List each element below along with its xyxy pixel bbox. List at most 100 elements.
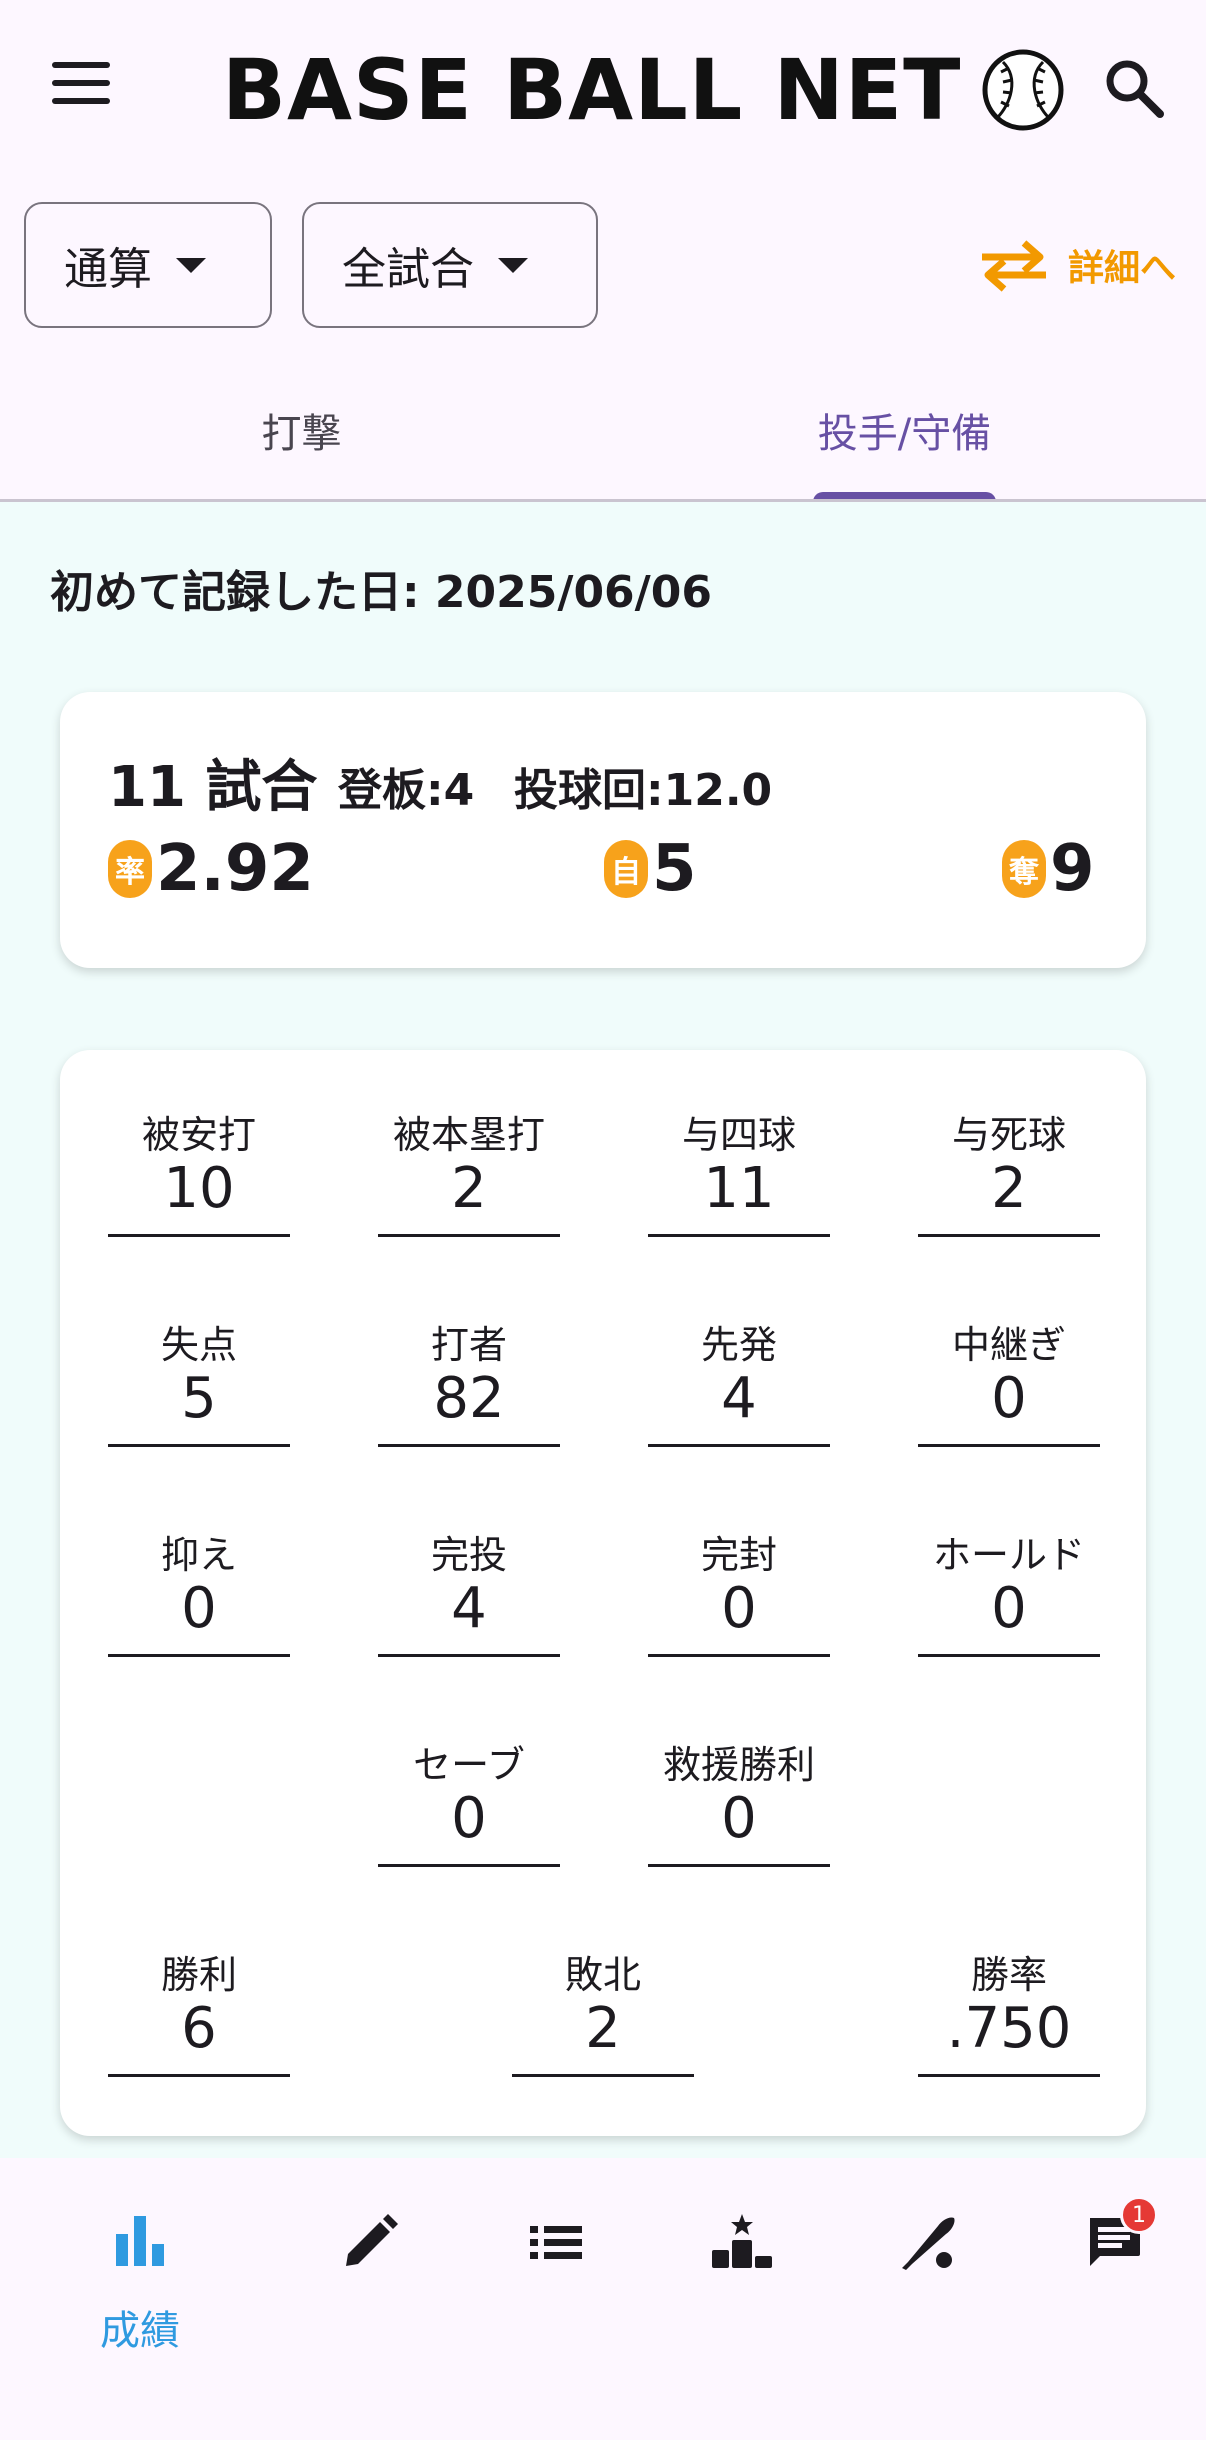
stats-grid-card: 被安打 10 被本塁打 2 与四球 11 与死球 2 失点 5 打者 82 先発… bbox=[60, 1050, 1146, 2136]
stat-underline bbox=[378, 1864, 560, 1867]
stat-label: 先発 bbox=[700, 1323, 777, 1367]
earned-runs-badge-icon: 自 bbox=[604, 840, 648, 898]
stat-value: 10 bbox=[163, 1156, 235, 1221]
ranking-podium-icon bbox=[712, 2214, 772, 2268]
stat-label: 敗北 bbox=[564, 1953, 641, 1997]
earned-runs-stat: 自 5 bbox=[604, 832, 697, 906]
stat-hit-by-pitch: 与死球 2 bbox=[918, 1100, 1100, 1250]
nav-edit[interactable] bbox=[310, 2198, 430, 2358]
stat-underline bbox=[648, 1234, 830, 1237]
brand-logo: BASE BALL NET bbox=[222, 40, 1065, 140]
era-stat: 率 2.92 bbox=[108, 832, 314, 906]
stat-underline bbox=[918, 1654, 1100, 1657]
stat-value: 5 bbox=[181, 1366, 217, 1431]
tab-batting[interactable]: 打撃 bbox=[0, 360, 603, 500]
stat-label: 与四球 bbox=[681, 1113, 796, 1157]
stat-label: 完投 bbox=[430, 1533, 507, 1577]
bottom-navigation: 成績 bbox=[0, 2158, 1206, 2440]
stats-content: 初めて記録した日: 2025/06/06 11 試合 登板:4 投球回:12.0… bbox=[0, 502, 1206, 2158]
stat-wins: 勝利 6 bbox=[108, 1940, 290, 2090]
first-record-date: 初めて記録した日: 2025/06/06 bbox=[50, 567, 712, 618]
stat-underline bbox=[918, 2074, 1100, 2077]
list-icon bbox=[530, 2226, 582, 2259]
strikeouts-stat: 奪 9 bbox=[1002, 832, 1095, 906]
brand-title: BASE BALL NET bbox=[222, 41, 962, 139]
stat-value: 2 bbox=[991, 1156, 1027, 1221]
detail-link-label: 詳細へ bbox=[1068, 248, 1177, 289]
games-dropdown-value: 全試合 bbox=[342, 244, 474, 295]
stat-underline bbox=[108, 1444, 290, 1447]
stat-value: 0 bbox=[991, 1366, 1027, 1431]
stat-value: 2 bbox=[451, 1156, 487, 1221]
stat-value: 0 bbox=[721, 1786, 757, 1851]
app-root: BASE BALL NET 通算 全試合 詳細へ 打撃 投手/守備 初めて記録し… bbox=[0, 0, 1206, 2440]
stat-batters-faced: 打者 82 bbox=[378, 1310, 560, 1460]
nav-list[interactable] bbox=[496, 2198, 616, 2358]
caret-down-icon bbox=[498, 257, 528, 273]
era-value: 2.92 bbox=[156, 832, 314, 906]
stat-value: 2 bbox=[585, 1996, 621, 2061]
tab-bar: 打撃 投手/守備 bbox=[0, 360, 1206, 502]
stat-hits-allowed: 被安打 10 bbox=[108, 1100, 290, 1250]
stat-underline bbox=[648, 1654, 830, 1657]
nav-stats-label: 成績 bbox=[100, 2308, 180, 2354]
stat-underline bbox=[378, 1654, 560, 1657]
stat-win-percentage: 勝率 .750 bbox=[918, 1940, 1100, 2090]
swap-arrows-icon bbox=[982, 240, 1046, 292]
app-header: BASE BALL NET bbox=[0, 0, 1206, 180]
stat-label: 失点 bbox=[160, 1323, 237, 1367]
search-icon bbox=[1106, 60, 1164, 118]
stat-underline bbox=[108, 1234, 290, 1237]
stat-label: 救援勝利 bbox=[662, 1743, 815, 1787]
period-dropdown-value: 通算 bbox=[64, 244, 152, 295]
stat-relief-wins: 救援勝利 0 bbox=[648, 1730, 830, 1880]
stat-value: 0 bbox=[991, 1576, 1027, 1641]
period-dropdown[interactable]: 通算 bbox=[24, 202, 272, 328]
stat-value: 82 bbox=[433, 1366, 505, 1431]
stat-label: ホールド bbox=[932, 1533, 1085, 1577]
games-dropdown[interactable]: 全試合 bbox=[302, 202, 598, 328]
stat-losses: 敗北 2 bbox=[512, 1940, 694, 2090]
stat-underline bbox=[108, 2074, 290, 2077]
menu-button[interactable] bbox=[52, 62, 116, 114]
stat-label: 勝率 bbox=[970, 1953, 1047, 1997]
earned-runs-value: 5 bbox=[652, 832, 697, 906]
stat-label: 中継ぎ bbox=[951, 1323, 1066, 1367]
stat-label: 被本塁打 bbox=[392, 1113, 545, 1157]
detail-link[interactable]: 詳細へ bbox=[978, 230, 1176, 300]
stat-label: 被安打 bbox=[141, 1113, 256, 1157]
stat-value: 0 bbox=[451, 1786, 487, 1851]
stat-underline bbox=[512, 2074, 694, 2077]
stat-relief: 中継ぎ 0 bbox=[918, 1310, 1100, 1460]
stat-runs-allowed: 失点 5 bbox=[108, 1310, 290, 1460]
stat-value: 0 bbox=[181, 1576, 217, 1641]
stat-value: 4 bbox=[721, 1366, 757, 1431]
stat-holds: ホールド 0 bbox=[918, 1520, 1100, 1670]
bar-chart-icon bbox=[116, 2216, 164, 2266]
tab-pitching[interactable]: 投手/守備 bbox=[603, 360, 1206, 500]
menu-icon bbox=[52, 62, 116, 104]
innings-pitched: 投球回:12.0 bbox=[514, 765, 773, 816]
search-button[interactable] bbox=[1100, 54, 1166, 120]
stat-label: セーブ bbox=[413, 1743, 525, 1787]
nav-ranking[interactable] bbox=[682, 2198, 802, 2358]
stat-underline bbox=[918, 1234, 1100, 1237]
stat-closer: 抑え 0 bbox=[108, 1520, 290, 1670]
stat-underline bbox=[918, 1444, 1100, 1447]
nav-stats[interactable]: 成績 bbox=[80, 2198, 200, 2358]
stat-complete-games: 完投 4 bbox=[378, 1520, 560, 1670]
baseball-icon bbox=[982, 49, 1064, 131]
stat-label: 打者 bbox=[430, 1323, 507, 1367]
stat-value: 4 bbox=[451, 1576, 487, 1641]
stat-value: 11 bbox=[703, 1156, 775, 1221]
stat-saves: セーブ 0 bbox=[378, 1730, 560, 1880]
stat-home-runs-allowed: 被本塁打 2 bbox=[378, 1100, 560, 1250]
nav-baseball[interactable] bbox=[868, 2198, 988, 2358]
pencil-icon bbox=[346, 2214, 398, 2266]
stat-label: 完封 bbox=[700, 1533, 777, 1577]
strikeouts-badge-icon: 奪 bbox=[1002, 840, 1046, 898]
stat-underline bbox=[378, 1234, 560, 1237]
stat-underline bbox=[648, 1864, 830, 1867]
era-badge-icon: 率 bbox=[108, 840, 152, 898]
stat-label: 抑え bbox=[160, 1533, 237, 1577]
